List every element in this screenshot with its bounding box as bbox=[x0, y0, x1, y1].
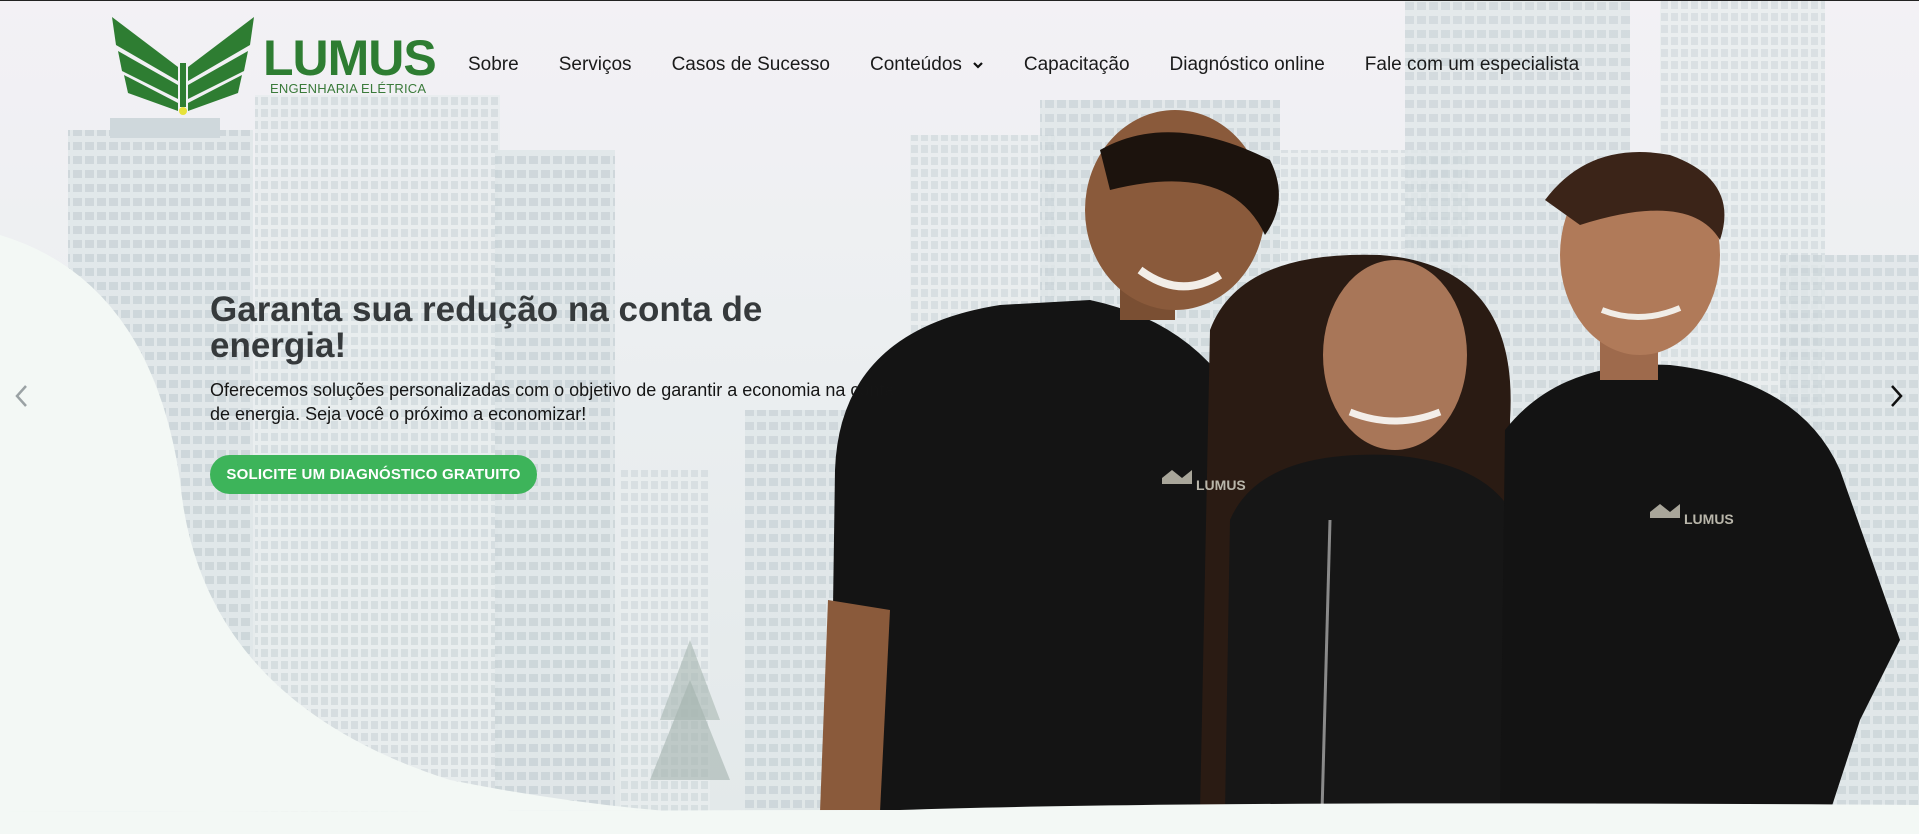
nav-item-servicos[interactable]: Serviços bbox=[559, 52, 632, 78]
diagnostic-cta-button[interactable]: SOLICITE UM DIAGNÓSTICO GRATUITO bbox=[210, 455, 537, 494]
chevron-left-icon bbox=[15, 385, 27, 407]
site-header: LUMUS ENGENHARIA ELÉTRICA Sobre Serviços… bbox=[0, 0, 1919, 120]
nav-item-capacitacao[interactable]: Capacitação bbox=[1024, 52, 1130, 78]
nav-item-conteudos-label: Conteúdos bbox=[869, 54, 962, 75]
chevron-down-icon bbox=[973, 62, 983, 69]
nav-item-conteudos[interactable]: Conteúdos bbox=[870, 52, 984, 78]
nav-item-sobre[interactable]: Sobre bbox=[468, 52, 519, 78]
book-wings-logo-icon bbox=[112, 17, 254, 115]
hero-content: Garanta sua redução na conta de energia!… bbox=[210, 290, 910, 494]
hero-subtitle: Oferecemos soluções personalizadas com o… bbox=[210, 380, 895, 424]
hero-headline: Garanta sua redução na conta de energia! bbox=[210, 290, 763, 365]
logo-wordmark: LUMUS bbox=[263, 30, 437, 86]
slider-next-button[interactable] bbox=[1884, 382, 1908, 410]
main-nav: Sobre Serviços Casos de Sucesso Conteúdo… bbox=[468, 52, 1579, 78]
nav-item-fale-com-especialista[interactable]: Fale com um especialista bbox=[1365, 52, 1579, 78]
top-border bbox=[0, 0, 1919, 1]
nav-item-casos-de-sucesso[interactable]: Casos de Sucesso bbox=[672, 52, 830, 78]
logo-tagline: ENGENHARIA ELÉTRICA bbox=[270, 81, 427, 96]
chevron-right-icon bbox=[1891, 385, 1903, 407]
nav-item-diagnostico-online[interactable]: Diagnóstico online bbox=[1170, 52, 1325, 78]
slider-prev-button[interactable] bbox=[10, 382, 34, 410]
brand-logo[interactable]: LUMUS ENGENHARIA ELÉTRICA bbox=[108, 15, 437, 115]
page-bottom-band bbox=[0, 812, 1919, 834]
hero-slider: LUMUS LUMUS Garanta sua redução na conta… bbox=[0, 0, 1919, 812]
